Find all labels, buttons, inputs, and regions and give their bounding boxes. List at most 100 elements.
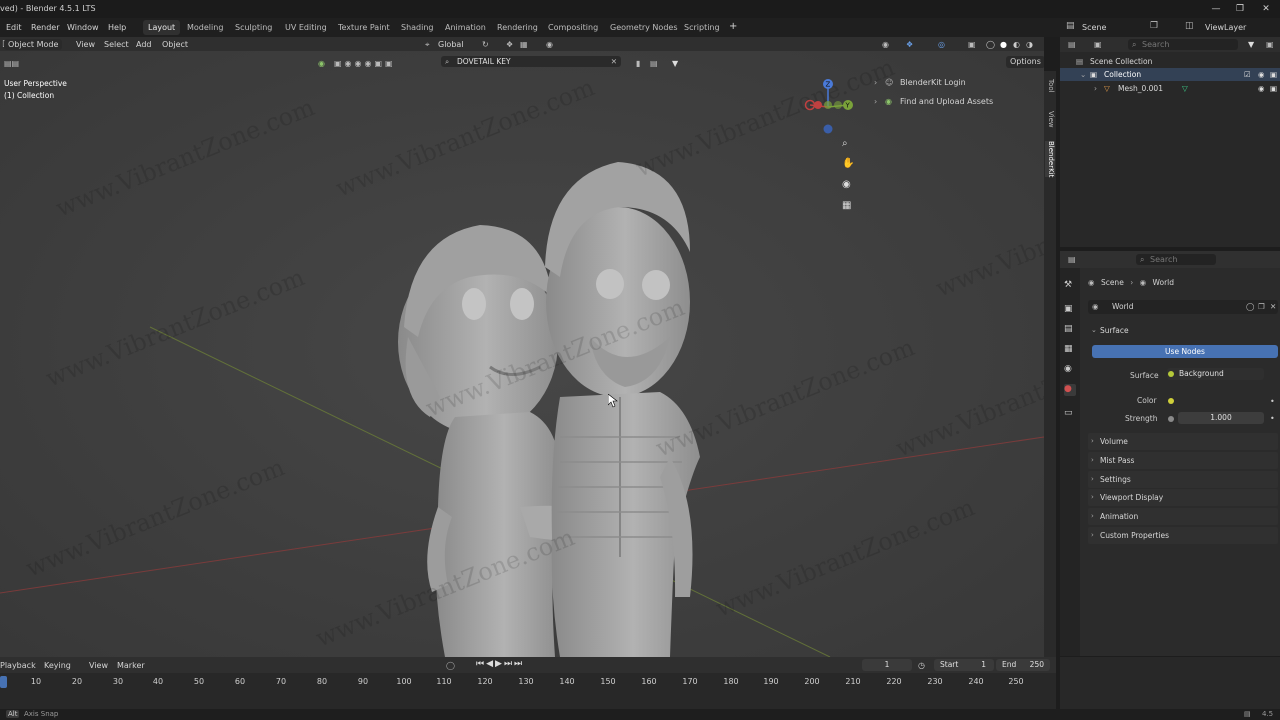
outliner-row-mesh[interactable]: › ▽ Mesh_0.001 ▽ ◉ ▣ bbox=[1060, 82, 1280, 95]
xray-icon[interactable]: ▣ bbox=[968, 39, 976, 50]
navigation-gizmo[interactable]: Z Y bbox=[800, 77, 860, 139]
material-shading-icon[interactable]: ◐ bbox=[1013, 39, 1020, 50]
snap-target-icon[interactable]: ▦ bbox=[520, 39, 528, 50]
close-icon[interactable]: ✕ bbox=[1258, 2, 1274, 16]
world-datablock-selector[interactable]: ◉ World ◯ ❐ ✕ bbox=[1088, 300, 1278, 314]
unlink-icon[interactable]: ✕ bbox=[1270, 300, 1276, 314]
volume-panel-header[interactable]: › Volume bbox=[1088, 433, 1278, 450]
gizmo-toggle-icon[interactable]: ❖ bbox=[906, 39, 913, 50]
menu-playback[interactable]: Playback bbox=[0, 660, 36, 671]
outliner-row-scene-collection[interactable]: ▤ Scene Collection bbox=[1060, 55, 1280, 68]
clear-search-icon[interactable]: ✕ bbox=[611, 56, 617, 67]
blenderkit-icon[interactable]: ◉ bbox=[318, 58, 325, 69]
menu-keying[interactable]: Keying bbox=[44, 660, 71, 671]
animation-panel-header[interactable]: › Animation bbox=[1088, 508, 1278, 525]
menu-view[interactable]: View bbox=[76, 39, 95, 50]
fake-user-icon[interactable]: ◯ bbox=[1246, 300, 1254, 314]
chevron-down-icon[interactable]: ⌄ bbox=[1080, 68, 1086, 81]
strength-field[interactable]: 1.000 bbox=[1178, 412, 1264, 424]
current-frame-field[interactable]: 1 bbox=[862, 659, 912, 671]
start-frame-field[interactable]: Start 1 bbox=[934, 659, 994, 671]
sidebar-tab-blenderkit[interactable]: BlenderKit bbox=[1045, 141, 1055, 178]
end-frame-field[interactable]: End 250 bbox=[996, 659, 1050, 671]
output-tab-icon[interactable]: ▤ bbox=[1064, 324, 1076, 336]
outliner-editor-icon[interactable]: ▤ bbox=[1068, 39, 1076, 50]
playback-controls-icon[interactable]: ⏮◀▶⏭⏭ bbox=[476, 659, 524, 670]
surface-shader-field[interactable]: Background bbox=[1167, 368, 1264, 380]
blenderkit-login[interactable]: BlenderKit Login bbox=[900, 77, 966, 88]
settings-panel-header[interactable]: › Settings bbox=[1088, 471, 1278, 488]
tab-texture-paint[interactable]: Texture Paint bbox=[333, 20, 395, 35]
new-scene-icon[interactable]: ❐ bbox=[1150, 21, 1158, 31]
restore-icon[interactable]: ❐ bbox=[1232, 2, 1248, 16]
3d-viewport[interactable]: www.VibrantZone.com www.VibrantZone.com … bbox=[0, 37, 1044, 657]
bookmark-icon[interactable]: ▮ bbox=[636, 58, 640, 69]
camera-icon[interactable]: ▣ bbox=[1270, 82, 1277, 95]
tab-sculpting[interactable]: Sculpting bbox=[230, 20, 277, 35]
chevron-right-icon[interactable]: › bbox=[1094, 82, 1097, 95]
use-nodes-button[interactable]: Use Nodes bbox=[1092, 345, 1278, 358]
view-layer-tab-icon[interactable]: ▦ bbox=[1064, 344, 1076, 356]
options-dropdown[interactable]: Options bbox=[1006, 56, 1044, 68]
menu-add[interactable]: Add bbox=[136, 39, 152, 50]
checkbox-icon[interactable]: ☑ bbox=[1244, 68, 1251, 81]
eye-icon[interactable]: ◉ bbox=[1258, 68, 1265, 81]
find-upload-assets[interactable]: Find and Upload Assets bbox=[900, 96, 993, 107]
add-workspace-icon[interactable]: + bbox=[729, 21, 737, 32]
mist-pass-panel-header[interactable]: › Mist Pass bbox=[1088, 452, 1278, 469]
tab-layout[interactable]: Layout bbox=[143, 20, 181, 35]
keyframe-dot-icon[interactable]: • bbox=[1270, 414, 1275, 423]
pivot-icon[interactable]: ↻ bbox=[482, 39, 489, 50]
outliner-row-collection[interactable]: ⌄ ▣ Collection ☑ ◉ ▣ bbox=[1060, 68, 1280, 81]
sidebar-tab-view[interactable]: View bbox=[1045, 111, 1055, 128]
world-tab-icon[interactable]: ● bbox=[1064, 384, 1076, 396]
properties-editor-icon[interactable]: ▤ bbox=[1068, 254, 1076, 265]
surface-panel-header[interactable]: ⌄ Surface bbox=[1088, 322, 1278, 339]
filter-icon[interactable]: ▼ bbox=[1248, 39, 1254, 50]
strength-socket-icon[interactable] bbox=[1168, 416, 1174, 422]
view-layer-name[interactable]: ViewLayer bbox=[1205, 23, 1246, 32]
display-mode-icon[interactable]: ▣ bbox=[1094, 39, 1102, 50]
tab-geometry-nodes[interactable]: Geometry Nodes bbox=[605, 20, 682, 35]
auto-key-icon[interactable]: ◯ bbox=[446, 660, 455, 671]
eye-icon[interactable]: ◉ bbox=[1258, 82, 1265, 95]
viewport-display-panel-header[interactable]: › Viewport Display bbox=[1088, 489, 1278, 506]
tab-compositing[interactable]: Compositing bbox=[543, 20, 603, 35]
properties-search-input[interactable]: Search bbox=[1136, 254, 1216, 265]
chevron-right-icon[interactable]: › bbox=[874, 77, 877, 88]
outliner-search-input[interactable]: Search bbox=[1128, 39, 1238, 50]
ortho-toggle-icon[interactable]: ▦ bbox=[842, 200, 851, 211]
proportional-edit-icon[interactable]: ◉ bbox=[546, 39, 553, 50]
rendered-shading-icon[interactable]: ◑ bbox=[1026, 39, 1033, 50]
asset-search-input[interactable]: ⌕ DOVETAIL KEY ✕ bbox=[441, 56, 621, 67]
scene-name[interactable]: Scene bbox=[1082, 23, 1106, 32]
menu-object[interactable]: Object bbox=[162, 39, 188, 50]
menu-render[interactable]: Render bbox=[31, 23, 59, 32]
wireframe-shading-icon[interactable]: ◯ bbox=[986, 39, 995, 50]
render-tab-icon[interactable]: ▣ bbox=[1064, 304, 1076, 316]
collection-tab-icon[interactable]: ▭ bbox=[1064, 408, 1076, 420]
menu-select[interactable]: Select bbox=[104, 39, 129, 50]
menu-edit[interactable]: Edit bbox=[6, 23, 22, 32]
chevron-right-icon[interactable]: › bbox=[874, 96, 877, 107]
asset-type-icons[interactable]: ▣◉◉◉▣▣ bbox=[334, 58, 396, 69]
menu-marker[interactable]: Marker bbox=[117, 660, 145, 671]
minimize-icon[interactable]: — bbox=[1208, 2, 1224, 16]
pan-icon[interactable]: ✋ bbox=[842, 158, 854, 169]
camera-icon[interactable]: ▣ bbox=[1270, 68, 1277, 81]
orientation-dropdown[interactable]: Global bbox=[438, 39, 464, 50]
custom-properties-panel-header[interactable]: › Custom Properties bbox=[1088, 527, 1278, 544]
visibility-icon[interactable]: ◉ bbox=[882, 39, 889, 50]
tab-animation[interactable]: Animation bbox=[440, 20, 491, 35]
keyframe-dot-icon[interactable]: • bbox=[1270, 397, 1275, 406]
select-box-icon[interactable]: ▤▤ bbox=[4, 58, 19, 69]
frame-ruler[interactable]: 10 20 30 40 50 60 70 80 90 100 110 120 1… bbox=[0, 675, 1056, 689]
menu-help[interactable]: Help bbox=[108, 23, 126, 32]
color-socket-icon[interactable] bbox=[1168, 398, 1174, 404]
tab-shading[interactable]: Shading bbox=[396, 20, 439, 35]
overlay-toggle-icon[interactable]: ◎ bbox=[938, 39, 945, 50]
menu-view[interactable]: View bbox=[89, 660, 108, 671]
asset-filter-icon[interactable]: ▤ bbox=[650, 58, 658, 69]
filter-icon[interactable]: ▼ bbox=[672, 58, 678, 69]
zoom-icon[interactable]: ⌕ bbox=[842, 138, 848, 149]
